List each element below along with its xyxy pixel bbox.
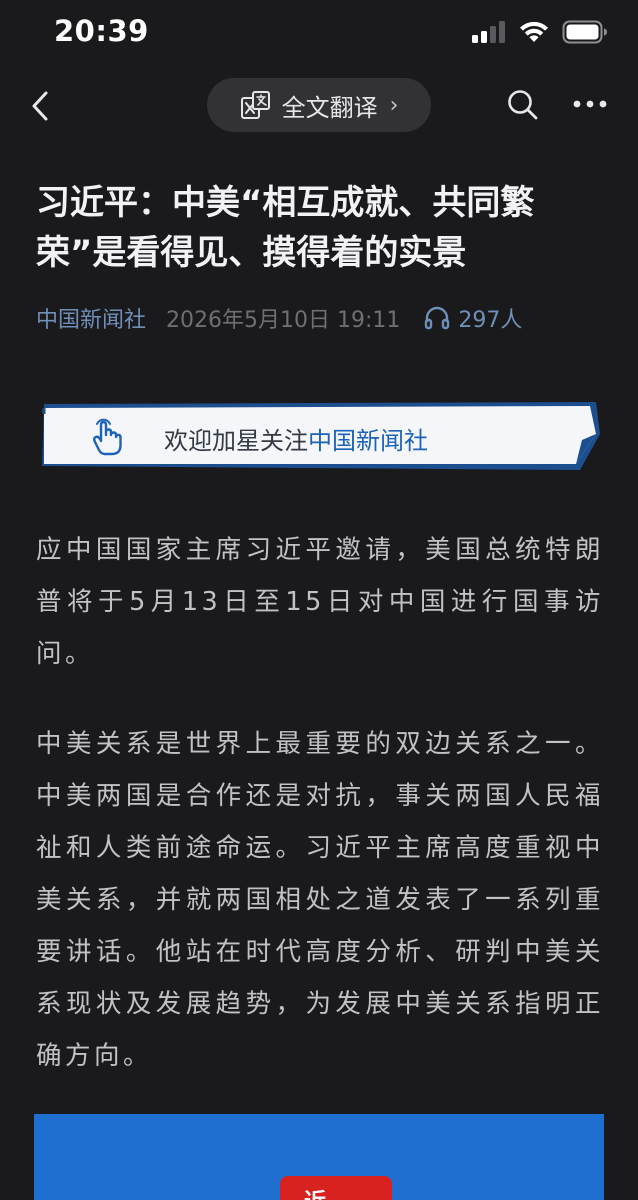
chevron-right-icon: ›	[389, 92, 399, 118]
headphones-icon	[425, 306, 450, 330]
follow-banner[interactable]: 欢迎加星关注中国新闻社	[40, 400, 602, 472]
search-button[interactable]	[506, 88, 540, 122]
search-icon	[508, 90, 538, 120]
pointing-hand-icon	[93, 418, 122, 456]
listen-button[interactable]: 297人	[424, 302, 522, 334]
nav-bar: 全文翻译 ›	[0, 70, 638, 140]
back-button[interactable]	[22, 86, 58, 126]
status-time: 20:39	[54, 14, 149, 48]
translate-button[interactable]: 全文翻译 ›	[207, 78, 431, 132]
follow-text: 欢迎加星关注中国新闻社	[164, 421, 428, 456]
status-bar: 20:39	[0, 0, 638, 70]
translate-label: 全文翻译	[281, 93, 378, 122]
article-image[interactable]: 近	[34, 1114, 604, 1200]
status-icons	[472, 20, 608, 44]
follow-prefix: 欢迎加星关注	[164, 427, 308, 455]
image-logo-glyph: 近	[304, 1184, 326, 1200]
more-dots-icon	[573, 100, 607, 108]
article-title: 习近平：中美“相互成就、共同繁荣”是看得见、摸得着的实景	[36, 183, 535, 273]
wifi-icon	[520, 21, 548, 42]
source-link[interactable]: 中国新闻社	[36, 302, 146, 334]
publish-date: 2026年5月10日 19:11	[166, 308, 401, 333]
battery-icon	[562, 20, 607, 44]
translate-icon	[240, 91, 270, 119]
chevron-left-icon	[32, 91, 48, 121]
image-logo: 近	[280, 1176, 392, 1200]
article-paragraph: 中美关系是世界上最重要的双边关系之一。中美两国是合作还是对抗，事关两国人民福祉和…	[36, 729, 604, 1071]
cellular-signal-icon	[472, 21, 505, 43]
more-button[interactable]	[572, 94, 608, 114]
article-paragraph: 应中国国家主席习近平邀请，美国总统特朗普将于5月13日至15日对中国进行国事访问…	[36, 535, 604, 669]
follow-highlight: 中国新闻社	[308, 427, 428, 455]
listener-count: 297人	[458, 308, 523, 333]
article-meta: 中国新闻社 2026年5月10日 19:11 297人	[36, 300, 616, 336]
